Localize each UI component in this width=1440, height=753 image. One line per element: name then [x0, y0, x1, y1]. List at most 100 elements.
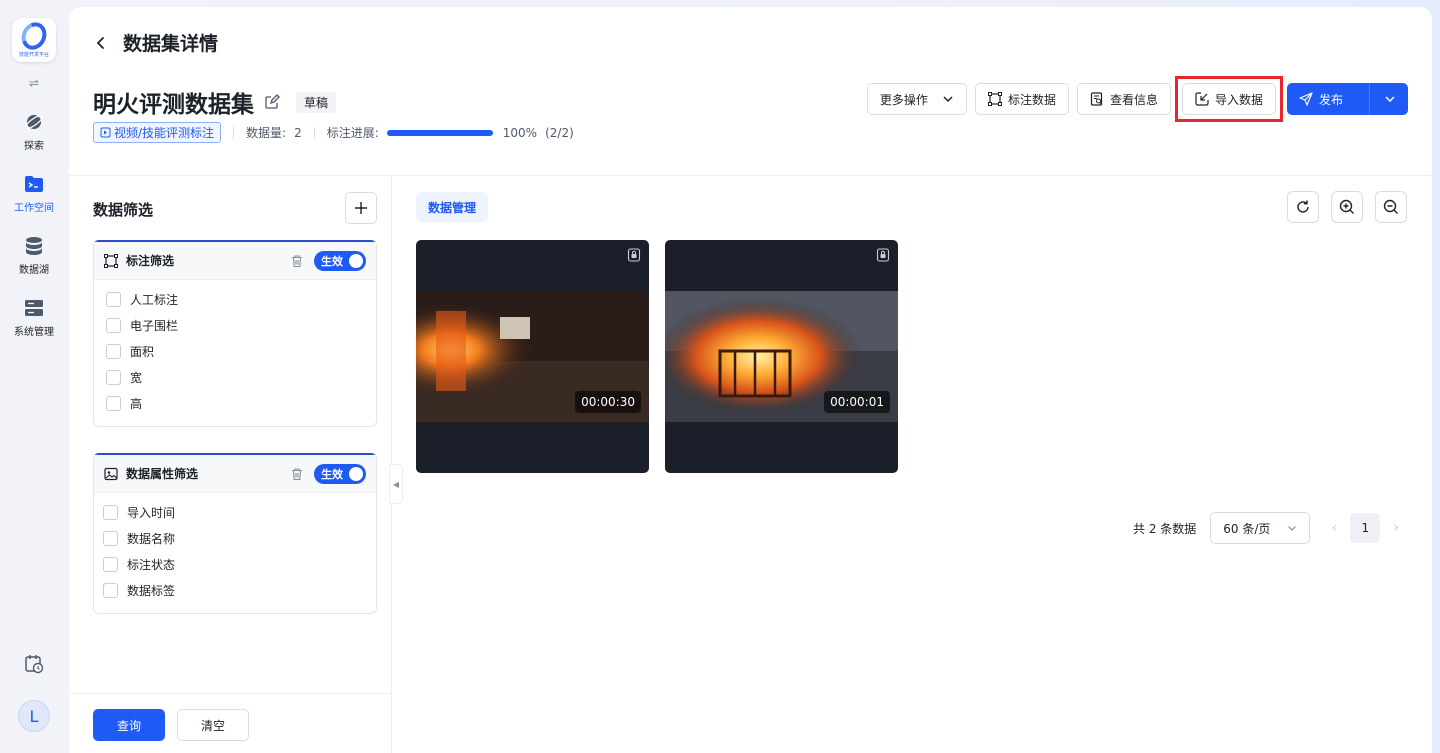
filter-option-label: 数据标签: [127, 583, 176, 598]
count-value: 2: [294, 125, 302, 140]
divider: [1369, 83, 1370, 115]
type-tag[interactable]: 视频/技能评测标注: [93, 122, 222, 143]
page-header: 数据集详情: [93, 29, 218, 56]
filter-option-label: 宽: [130, 370, 143, 385]
publish-button[interactable]: 发布: [1286, 83, 1408, 115]
checkbox[interactable]: [103, 530, 118, 546]
more-actions-button[interactable]: 更多操作: [866, 83, 967, 115]
filter-option[interactable]: 导入时间: [103, 499, 364, 525]
filter-title: 数据筛选: [93, 201, 154, 219]
swap-icon[interactable]: ⇌: [29, 76, 39, 90]
checkbox[interactable]: [103, 582, 118, 598]
trash-icon[interactable]: [290, 467, 304, 481]
import-icon: [1195, 92, 1209, 106]
sidebar-item-label: 数据湖: [19, 265, 49, 276]
sidebar-item-label: 系统管理: [14, 327, 54, 338]
checkbox[interactable]: [106, 395, 121, 411]
chevron-down-icon[interactable]: [1384, 93, 1396, 105]
checkbox[interactable]: [103, 556, 118, 572]
progress-bar: [386, 129, 493, 136]
sidebar-item-label: 探索: [24, 141, 44, 152]
filter-option[interactable]: 面积: [106, 338, 364, 364]
sidebar-item-system[interactable]: 系统管理: [0, 298, 68, 338]
filter-option-label: 人工标注: [130, 292, 179, 307]
back-icon[interactable]: [93, 35, 109, 51]
collapse-panel-handle[interactable]: ◀: [389, 464, 403, 504]
next-page-button[interactable]: ›: [1386, 520, 1406, 536]
sidebar-item-explore[interactable]: 探索: [0, 112, 68, 152]
page-title: 数据集详情: [123, 33, 219, 55]
filter-option-label: 导入时间: [127, 505, 176, 520]
trash-icon[interactable]: [290, 254, 304, 268]
query-button[interactable]: 查询: [93, 709, 165, 741]
clear-button[interactable]: 清空: [177, 709, 249, 741]
count-label: 数据量:: [246, 126, 287, 140]
video-card[interactable]: 00:00:30: [416, 240, 649, 473]
zoom-out-icon: [1383, 199, 1398, 214]
calendar-clock-icon[interactable]: [24, 654, 44, 674]
video-card[interactable]: 00:00:01: [665, 240, 898, 473]
pagination: 共 2 条数据 60 条/页 ‹ 1 ›: [1133, 512, 1406, 544]
dataset-title-row: 明火评测数据集 草稿: [93, 85, 337, 119]
page-size-select[interactable]: 60 条/页: [1210, 512, 1311, 544]
checkbox[interactable]: [106, 291, 121, 307]
filter-active-toggle[interactable]: 生效: [314, 463, 366, 484]
folder-terminal-icon: [24, 174, 44, 194]
page-number[interactable]: 1: [1350, 513, 1381, 543]
progress-detail: (2/2): [545, 125, 574, 140]
zoom-out-button[interactable]: [1375, 191, 1407, 223]
logo-icon: [17, 18, 51, 54]
avatar[interactable]: L: [18, 700, 50, 732]
filter-option[interactable]: 标注状态: [103, 551, 364, 577]
checkbox[interactable]: [106, 317, 121, 333]
attribute-filter-group: 数据属性筛选 生效 导入时间 数据名称 标注状态 数据标签: [93, 453, 377, 614]
filter-option[interactable]: 数据标签: [103, 577, 364, 603]
side-rail: 技能开发平台 ⇌ 探索 工作空间 数据湖 系统管理: [0, 0, 68, 753]
filter-option-label: 标注状态: [127, 557, 176, 572]
annotate-data-button[interactable]: 标注数据: [974, 83, 1069, 115]
tab-data-management[interactable]: 数据管理: [416, 192, 489, 222]
filter-active-toggle[interactable]: 生效: [314, 250, 366, 271]
video-edit-icon: [100, 127, 111, 138]
import-data-button[interactable]: 导入数据: [1181, 83, 1276, 115]
edit-icon[interactable]: [264, 94, 280, 110]
filter-group-header: 数据属性筛选 生效: [94, 455, 376, 493]
filter-group-title: 数据属性筛选: [126, 467, 199, 481]
filter-option[interactable]: 电子围栏: [106, 312, 364, 338]
document-search-icon: [1090, 92, 1103, 106]
prev-page-button[interactable]: ‹: [1324, 520, 1344, 536]
progress-percent: 100%: [502, 125, 538, 140]
sidebar-item-label: 工作空间: [14, 203, 54, 214]
checkbox[interactable]: [103, 504, 118, 520]
refresh-icon: [1297, 200, 1309, 213]
logo-text: 技能开发平台: [18, 52, 49, 58]
filter-group-header: 标注筛选 生效: [94, 242, 376, 280]
tag-lock-icon[interactable]: [627, 248, 641, 262]
publish-label: 发布: [1318, 92, 1343, 107]
filter-panel: 数据筛选 标注筛选 生效 人工标注 电子围栏 面积 宽 高 数据属性筛选 生效 …: [69, 176, 392, 753]
planet-icon: [24, 112, 44, 132]
bounding-box-icon: [104, 253, 118, 268]
app-logo[interactable]: 技能开发平台: [12, 18, 56, 62]
dataset-meta: 视频/技能评测标注 数据量: 2 标注进展: 100% (2/2): [93, 122, 574, 143]
send-icon: [1299, 92, 1313, 106]
refresh-button[interactable]: [1287, 191, 1319, 223]
tag-lock-icon[interactable]: [876, 248, 890, 262]
filter-option[interactable]: 高: [106, 390, 364, 416]
sidebar-item-workspace[interactable]: 工作空间: [0, 174, 68, 214]
filter-option[interactable]: 人工标注: [106, 286, 364, 312]
checkbox[interactable]: [106, 343, 121, 359]
filter-option[interactable]: 宽: [106, 364, 364, 390]
sidebar-item-datalake[interactable]: 数据湖: [0, 236, 68, 276]
more-actions-label: 更多操作: [879, 92, 928, 107]
import-data-label: 导入数据: [1214, 92, 1263, 107]
add-filter-button[interactable]: [345, 192, 377, 224]
checkbox[interactable]: [106, 369, 121, 385]
filter-option-label: 数据名称: [127, 531, 176, 546]
view-info-button[interactable]: 查看信息: [1076, 83, 1171, 115]
divider: [313, 126, 315, 139]
chevron-down-icon: [943, 96, 953, 103]
database-icon: [24, 236, 44, 256]
zoom-in-button[interactable]: [1331, 191, 1363, 223]
filter-option[interactable]: 数据名称: [103, 525, 364, 551]
